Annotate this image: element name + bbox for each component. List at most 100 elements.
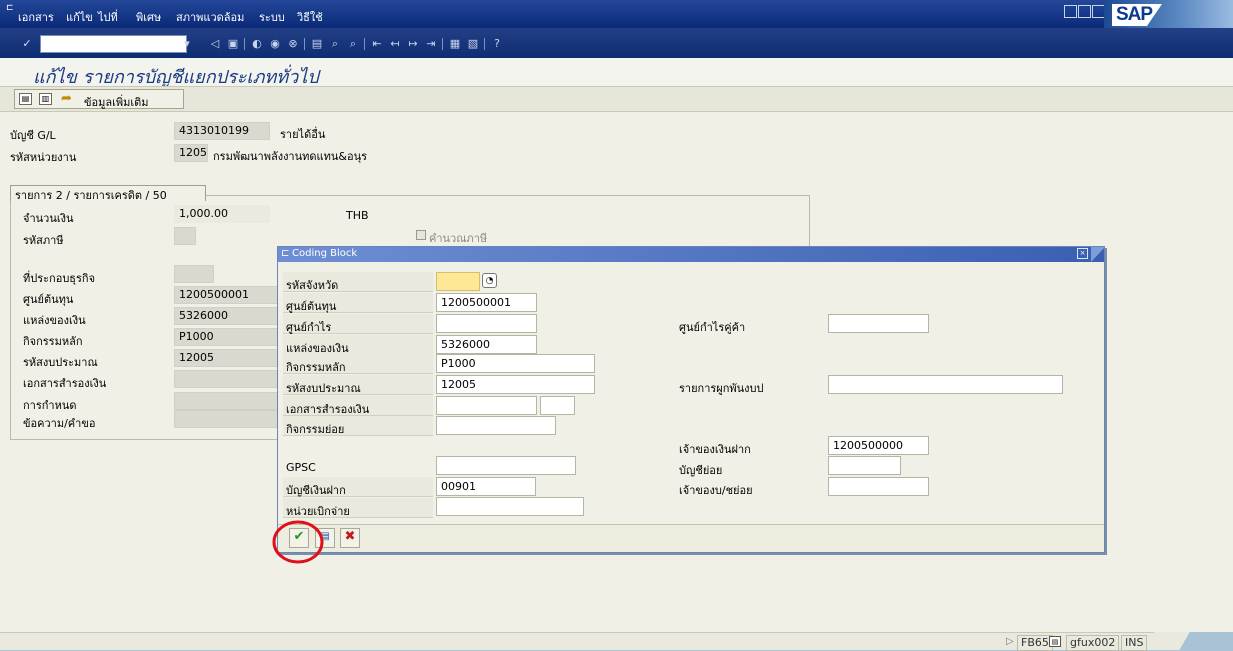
unit-code-label: รหัสหน่วยงาน — [10, 151, 77, 164]
deposit-owner-input[interactable]: 1200500000 — [828, 436, 929, 455]
profit-center-input[interactable] — [436, 314, 537, 333]
command-field[interactable] — [40, 35, 187, 53]
highlight-circle — [272, 520, 324, 564]
status-transaction: FB65 — [1017, 635, 1053, 651]
first-page-icon[interactable]: ⇤ — [370, 37, 384, 51]
menu-help[interactable]: วิธีใช้ — [297, 8, 323, 26]
dialog-icon: ⊏ — [281, 248, 290, 259]
last-page-icon[interactable]: ⇥ — [424, 37, 438, 51]
toolbar-separator — [244, 38, 245, 50]
find-icon[interactable]: ⌕ — [328, 37, 342, 51]
system-menu-icon[interactable]: ⊏ — [6, 3, 14, 13]
minimize-icon[interactable] — [1064, 5, 1077, 18]
tax-code-field — [174, 227, 196, 245]
save-icon[interactable]: ▣ — [226, 37, 240, 51]
dlg-earmark-item-input[interactable] — [540, 396, 575, 415]
simulate-icon[interactable]: ▥ — [39, 93, 52, 105]
sub-account-owner-input[interactable] — [828, 477, 929, 496]
menu-edit[interactable]: แก้ไข — [66, 8, 93, 26]
shortcut-icon[interactable]: ▧ — [466, 37, 480, 51]
park-icon[interactable]: ➦ — [61, 91, 72, 106]
command-history-icon[interactable]: ▾ — [180, 37, 194, 51]
menu-goto[interactable]: ไปที่ — [98, 8, 118, 26]
budget-code-label: รหัสงบประมาณ — [23, 356, 98, 369]
new-session-icon[interactable]: ▦ — [448, 37, 462, 51]
sap-logo: SAP — [1104, 0, 1233, 28]
dialog-footer — [278, 524, 1104, 552]
deposit-account-label: บัญชีเงินฝาก — [286, 484, 346, 497]
status-server: gfux002 — [1066, 635, 1120, 651]
disbursement-unit-input[interactable] — [436, 497, 584, 516]
cancel-x-icon[interactable]: ✖ — [340, 528, 360, 548]
status-corner — [1154, 632, 1233, 650]
cost-center-label: ศูนย์ต้นทุน — [23, 293, 74, 306]
maximize-icon[interactable] — [1078, 5, 1091, 18]
sub-activity-label: กิจกรรมย่อย — [286, 423, 345, 436]
earmark-label: เอกสารสำรองเงิน — [23, 377, 107, 390]
item-text-label: ข้อความ/คำขอ — [23, 417, 96, 430]
exit-icon[interactable]: ◉ — [268, 37, 282, 51]
dlg-functional-area-input[interactable]: P1000 — [436, 354, 595, 373]
sub-account-input[interactable] — [828, 456, 901, 475]
unit-code-value: 1205 — [174, 144, 208, 162]
menu-environment[interactable]: สภาพแวดล้อม — [176, 8, 244, 26]
status-mode: INS — [1121, 635, 1148, 651]
status-expand-icon[interactable]: ▷ — [1006, 636, 1014, 647]
value-help-icon[interactable]: ◔ — [482, 273, 497, 288]
menu-bar: ⊏ เอกสาร แก้ไข ไปที่ พิเศษ สภาพแวดล้อม ร… — [0, 0, 1233, 28]
next-page-icon[interactable]: ↦ — [406, 37, 420, 51]
document-overview-icon[interactable]: ▤ — [19, 93, 32, 105]
more-info-button[interactable]: ข้อมูลเพิ่มเติม — [84, 93, 149, 111]
dialog-close-icon[interactable]: × — [1077, 248, 1088, 259]
gl-account-value: 4313010199 — [174, 122, 270, 140]
dlg-cost-center-input[interactable]: 1200500001 — [436, 293, 537, 312]
profit-center-label: ศูนย์กำไร — [286, 321, 332, 334]
amount-value: 1,000.00 — [174, 205, 270, 223]
toolbar-separator — [304, 38, 305, 50]
find-next-icon[interactable]: ⌕ — [346, 37, 360, 51]
currency: THB — [346, 209, 369, 222]
partner-profit-center-input[interactable] — [828, 314, 929, 333]
functional-area-value: P1000 — [174, 328, 278, 346]
dlg-budget-code-input[interactable]: 12005 — [436, 375, 595, 394]
help-icon[interactable]: ? — [490, 37, 504, 51]
print-icon[interactable]: ▤ — [310, 37, 324, 51]
item-text-field — [174, 410, 278, 428]
sap-logo-text: SAP — [1112, 4, 1162, 26]
sub-activity-input[interactable] — [436, 416, 556, 435]
toolbar-separator — [484, 38, 485, 50]
menu-document[interactable]: เอกสาร — [18, 8, 54, 26]
toolbar-separator — [364, 38, 365, 50]
menu-extras[interactable]: พิเศษ — [136, 8, 161, 26]
status-system-icon[interactable]: ▤ — [1049, 636, 1061, 647]
business-area-field — [174, 265, 214, 283]
amount-label: จำนวนเงิน — [23, 212, 74, 225]
sub-account-owner-label: เจ้าของบ/ชย่อย — [679, 484, 753, 497]
budget-code-value: 12005 — [174, 349, 278, 367]
previous-page-icon[interactable]: ↤ — [388, 37, 402, 51]
commitment-item-input[interactable] — [828, 375, 1063, 394]
deposit-owner-label: เจ้าของเงินฝาก — [679, 443, 751, 456]
cancel-icon[interactable]: ⊗ — [286, 37, 300, 51]
province-code-input[interactable] — [436, 272, 480, 291]
functional-area-label: กิจกรรมหลัก — [23, 335, 83, 348]
gl-account-desc: รายได้อื่น — [280, 128, 326, 141]
gl-account-label: บัญชี G/L — [10, 129, 56, 142]
cost-center-value: 1200500001 — [174, 286, 278, 304]
fund-label: แหล่งของเงิน — [23, 314, 86, 327]
dlg-fund-input[interactable]: 5326000 — [436, 335, 537, 354]
gpsc-input[interactable] — [436, 456, 576, 475]
dlg-earmark-input[interactable] — [436, 396, 537, 415]
back-icon[interactable]: ◐ — [250, 37, 264, 51]
calculate-tax-checkbox[interactable] — [416, 230, 426, 240]
enter-icon[interactable]: ✓ — [20, 37, 34, 51]
deposit-account-input[interactable]: 00901 — [436, 477, 536, 496]
province-code-label: รหัสจังหวัด — [286, 279, 339, 292]
assignment-field — [174, 392, 278, 410]
tax-code-label: รหัสภาษี — [23, 234, 64, 247]
menu-system[interactable]: ระบบ — [259, 8, 285, 26]
assignment-label: การกำหนด — [23, 399, 77, 412]
dlg-cost-center-label: ศูนย์ต้นทุน — [286, 300, 337, 313]
toolbar-separator — [442, 38, 443, 50]
back-arrow-icon[interactable]: ◁ — [208, 37, 222, 51]
